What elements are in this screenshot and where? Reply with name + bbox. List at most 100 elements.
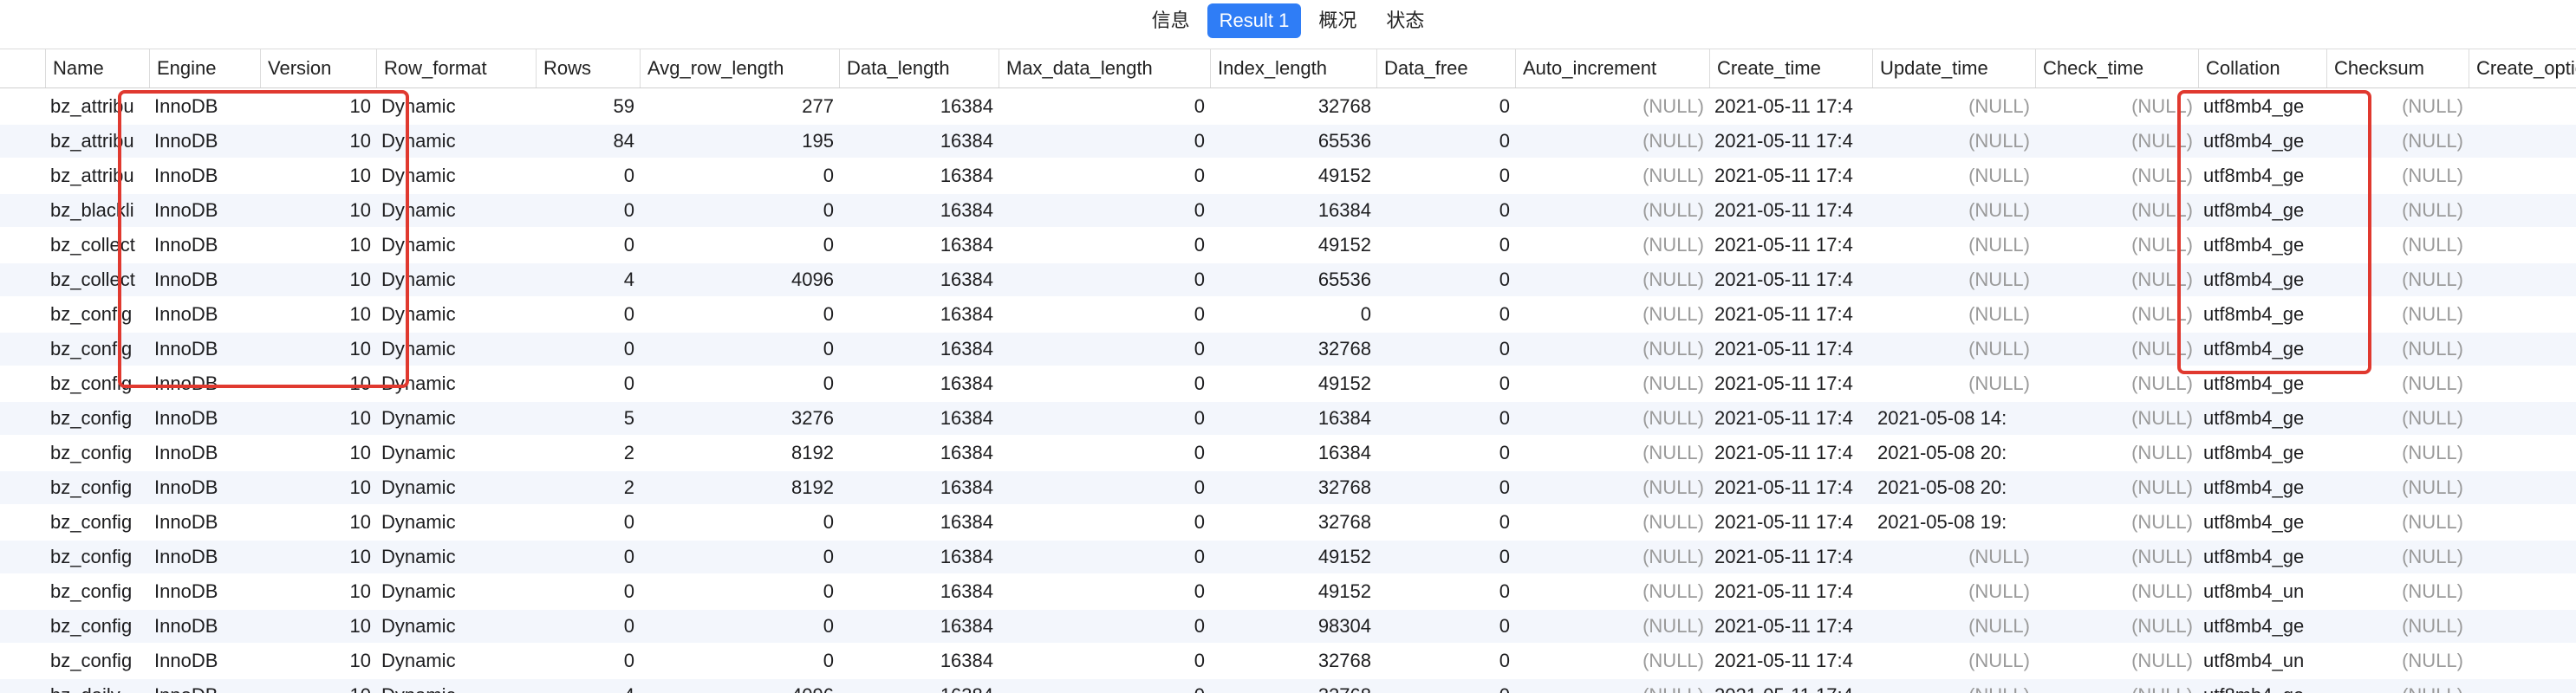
table-cell-engine[interactable]: InnoDB [149, 644, 260, 677]
table-cell-auto-increment[interactable]: (NULL) [1515, 90, 1709, 123]
table-cell-check-time[interactable]: (NULL) [2035, 506, 2198, 539]
table-cell-create-time[interactable]: 2021-05-11 17:4 [1709, 194, 1872, 227]
table-row[interactable]: bz_collect InnoDB 10 Dynamic 0 0 16384 0 49152 0(… [0, 229, 2576, 262]
table-cell-engine[interactable]: InnoDB [149, 333, 260, 366]
table-cell-engine[interactable]: InnoDB [149, 437, 260, 470]
table-cell-check-time[interactable]: (NULL) [2035, 610, 2198, 643]
table-cell-name[interactable]: bz_config [45, 367, 149, 400]
table-cell-update-time[interactable]: (NULL) [1872, 263, 2035, 296]
table-row[interactable]: bz_attribu InnoDB 10 Dynamic 59 277 16384 0 3276… [0, 90, 2576, 123]
table-cell-index-length[interactable]: 32768 [1210, 506, 1376, 539]
table-cell-auto-increment[interactable]: (NULL) [1515, 159, 1709, 192]
table-cell-auto-increment[interactable]: (NULL) [1515, 263, 1709, 296]
table-cell-version[interactable]: 10 [260, 229, 376, 262]
table-cell-avg-row-length[interactable]: 195 [640, 125, 839, 158]
table-cell-check-time[interactable]: (NULL) [2035, 125, 2198, 158]
table-cell-check-time[interactable]: (NULL) [2035, 367, 2198, 400]
table-cell-data-free[interactable]: 0 [1376, 90, 1515, 123]
table-cell-index-length[interactable]: 65536 [1210, 263, 1376, 296]
table-cell-max-data-length[interactable]: 0 [999, 402, 1210, 435]
table-cell-create-time[interactable]: 2021-05-11 17:4 [1709, 367, 1872, 400]
table-cell-auto-increment[interactable]: (NULL) [1515, 610, 1709, 643]
table-cell-max-data-length[interactable]: 0 [999, 437, 1210, 470]
table-cell-version[interactable]: 10 [260, 298, 376, 331]
table-cell-data-length[interactable]: 16384 [839, 90, 999, 123]
table-row[interactable]: bz_config InnoDB 10 Dynamic 0 0 16384 0 32768 0 (N… [0, 333, 2576, 366]
table-cell-check-time[interactable]: (NULL) [2035, 159, 2198, 192]
table-cell-row-format[interactable]: Dynamic [376, 644, 536, 677]
table-cell-row-format[interactable]: Dynamic [376, 194, 536, 227]
table-cell-avg-row-length[interactable]: 0 [640, 644, 839, 677]
table-cell-index-length[interactable]: 65536 [1210, 125, 1376, 158]
table-row[interactable]: bz_config InnoDB 10 Dynamic 0 0 16384 0 98304 0 (N… [0, 610, 2576, 643]
table-cell-data-length[interactable]: 16384 [839, 125, 999, 158]
table-row[interactable]: bz_config InnoDB 10 Dynamic 0 0 16384 0 49152 0 (N… [0, 575, 2576, 608]
tab-status[interactable]: 状态 [1374, 3, 1436, 38]
table-cell-create-time[interactable]: 2021-05-11 17:4 [1709, 506, 1872, 539]
column-header-checksum[interactable]: Checksum [2326, 49, 2469, 87]
table-cell-rows[interactable]: 2 [536, 437, 640, 470]
table-cell-checksum[interactable]: (NULL) [2326, 298, 2469, 331]
table-cell-max-data-length[interactable]: 0 [999, 367, 1210, 400]
table-cell-rows[interactable]: 0 [536, 644, 640, 677]
column-header-create-time[interactable]: Create_time [1709, 49, 1872, 87]
table-cell-version[interactable]: 10 [260, 541, 376, 573]
table-cell-row-format[interactable]: Dynamic [376, 229, 536, 262]
table-cell-max-data-length[interactable]: 0 [999, 298, 1210, 331]
table-cell-row-format[interactable]: Dynamic [376, 159, 536, 192]
table-cell-check-time[interactable]: (NULL) [2035, 263, 2198, 296]
table-row[interactable]: bz_config InnoDB 10 Dynamic 0 0 16384 0 49152 0 (N… [0, 367, 2576, 400]
column-header-data-length[interactable]: Data_length [839, 49, 999, 87]
table-cell-avg-row-length[interactable]: 0 [640, 229, 839, 262]
table-cell-name[interactable]: bz_config [45, 298, 149, 331]
table-cell-auto-increment[interactable]: (NULL) [1515, 402, 1709, 435]
table-cell-avg-row-length[interactable]: 0 [640, 610, 839, 643]
table-cell-name[interactable]: bz_config [45, 471, 149, 504]
table-cell-name[interactable]: bz_config [45, 506, 149, 539]
table-cell-engine[interactable]: InnoDB [149, 506, 260, 539]
table-cell-max-data-length[interactable]: 0 [999, 506, 1210, 539]
column-header-max-data-length[interactable]: Max_data_length [999, 49, 1210, 87]
table-cell-data-length[interactable]: 16384 [839, 644, 999, 677]
table-cell-engine[interactable]: InnoDB [149, 541, 260, 573]
table-cell-index-length[interactable]: 49152 [1210, 229, 1376, 262]
table-cell-row-format[interactable]: Dynamic [376, 298, 536, 331]
table-cell-check-time[interactable]: (NULL) [2035, 644, 2198, 677]
table-cell-version[interactable]: 10 [260, 437, 376, 470]
table-cell-version[interactable]: 10 [260, 471, 376, 504]
table-cell-create-options[interactable] [2469, 263, 2576, 296]
table-cell-auto-increment[interactable]: (NULL) [1515, 229, 1709, 262]
table-cell-update-time[interactable]: (NULL) [1872, 229, 2035, 262]
table-cell-update-time[interactable]: (NULL) [1872, 541, 2035, 573]
table-cell-data-free[interactable]: 0 [1376, 679, 1515, 693]
table-row[interactable]: bz_blackli InnoDB 10 Dynamic 0 0 16384 0 16384 0(… [0, 194, 2576, 227]
column-header-version[interactable]: Version [260, 49, 376, 87]
table-cell-update-time[interactable]: (NULL) [1872, 333, 2035, 366]
table-cell-collation[interactable]: utf8mb4_ge [2198, 263, 2326, 296]
table-cell-create-time[interactable]: 2021-05-11 17:4 [1709, 437, 1872, 470]
table-cell-create-options[interactable] [2469, 298, 2576, 331]
table-cell-data-length[interactable]: 16384 [839, 541, 999, 573]
tab-result-1[interactable]: Result 1 [1207, 3, 1302, 38]
table-cell-create-options[interactable] [2469, 679, 2576, 693]
column-header-name[interactable]: Name [45, 49, 149, 87]
table-cell-data-free[interactable]: 0 [1376, 644, 1515, 677]
table-cell-data-free[interactable]: 0 [1376, 575, 1515, 608]
table-cell-rows[interactable]: 4 [536, 263, 640, 296]
table-cell-collation[interactable]: utf8mb4_ge [2198, 125, 2326, 158]
table-cell-row-format[interactable]: Dynamic [376, 402, 536, 435]
table-cell-collation[interactable]: utf8mb4_ge [2198, 367, 2326, 400]
table-cell-rows[interactable]: 59 [536, 90, 640, 123]
table-cell-max-data-length[interactable]: 0 [999, 90, 1210, 123]
table-cell-checksum[interactable]: (NULL) [2326, 402, 2469, 435]
table-cell-collation[interactable]: utf8mb4_un [2198, 644, 2326, 677]
table-row[interactable]: bz_dailyInnoDB10Dynamic44096163840327680… [0, 679, 2576, 693]
table-cell-collation[interactable]: utf8mb4_ge [2198, 471, 2326, 504]
table-cell-rows[interactable]: 4 [536, 679, 640, 693]
table-cell-data-free[interactable]: 0 [1376, 402, 1515, 435]
table-cell-auto-increment[interactable]: (NULL) [1515, 679, 1709, 693]
table-cell-avg-row-length[interactable]: 3276 [640, 402, 839, 435]
table-cell-data-length[interactable]: 16384 [839, 229, 999, 262]
column-header-row-format[interactable]: Row_format [376, 49, 536, 87]
table-cell-avg-row-length[interactable]: 277 [640, 90, 839, 123]
